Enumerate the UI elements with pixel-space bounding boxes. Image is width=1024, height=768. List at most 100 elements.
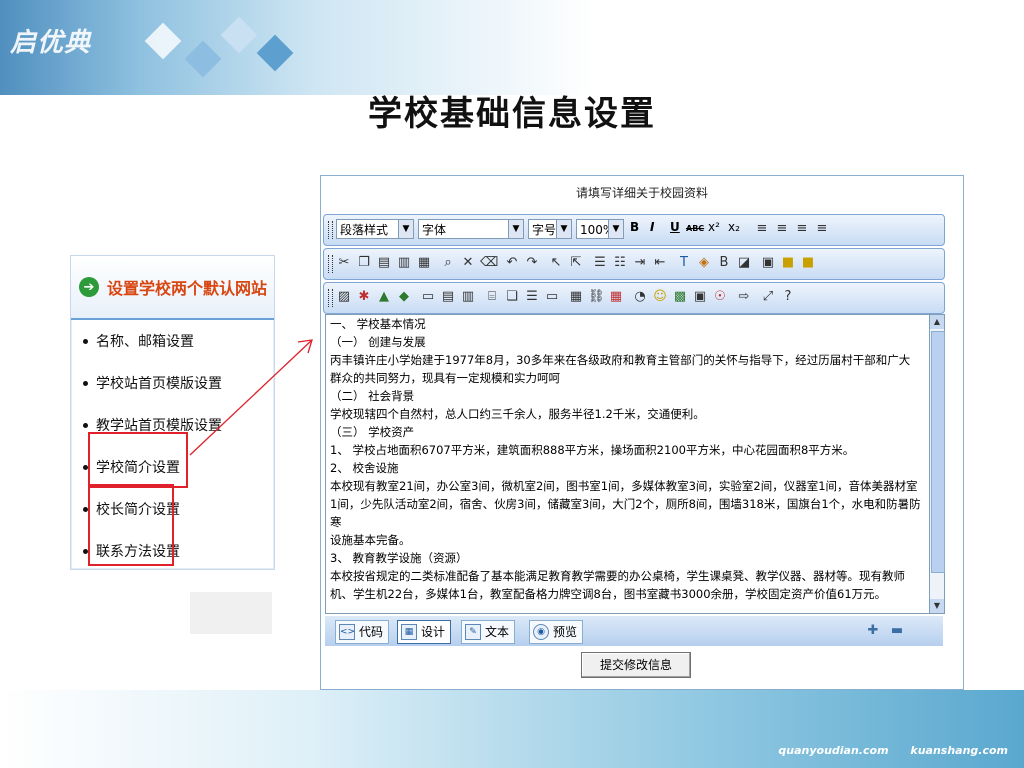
remove-format-icon[interactable]: ◪: [736, 255, 752, 271]
insert-link-icon[interactable]: ⛓: [588, 289, 605, 305]
toolbar-edit: ✂ ❐ ▤ ▥ ▦ ⌕ ✕ ⌫ ↶ ↷ ↖ ⇱ ☰ ☷ ⇥ ⇤ T ◈ B ◪ …: [323, 248, 945, 280]
paste-word-icon[interactable]: ▦: [416, 255, 432, 271]
content-line: 设施基本完备。: [330, 533, 411, 547]
tab-code-label: 代码: [359, 625, 384, 639]
align-center-icon[interactable]: ≡: [774, 221, 790, 237]
tab-code[interactable]: <> 代码: [335, 620, 390, 644]
tab-text[interactable]: ✎ 文本: [461, 620, 516, 644]
text-color-icon[interactable]: T: [676, 255, 692, 271]
tab-preview[interactable]: ◉ 预览: [529, 620, 584, 644]
tab-design[interactable]: ▦ 设计: [397, 620, 452, 644]
note-yellow-icon[interactable]: ■: [780, 255, 796, 271]
subscript-button[interactable]: x₂: [728, 220, 740, 234]
insert-flash-icon[interactable]: ✱: [356, 289, 372, 305]
superscript-button[interactable]: x²: [708, 220, 720, 234]
scroll-down-icon[interactable]: ▼: [930, 599, 944, 613]
expand-plus-icon[interactable]: ✚: [865, 623, 881, 639]
help-icon[interactable]: ?: [780, 289, 796, 305]
content-scrollbar[interactable]: ▲ ▼: [929, 314, 945, 614]
copy-icon[interactable]: ❐: [356, 255, 372, 271]
find-icon[interactable]: ⌕: [440, 255, 456, 271]
insert-page-icon[interactable]: ❏: [504, 289, 520, 305]
insert-rows-icon[interactable]: ▥: [460, 289, 476, 305]
code-icon: <>: [339, 624, 355, 640]
select-all-icon[interactable]: ⇱: [568, 255, 584, 271]
numbered-list-icon[interactable]: ☰: [592, 255, 608, 271]
content-line: 丙丰镇许庄小学始建于1977年8月，30多年来在各级政府和教育主管部门的关怀与指…: [330, 353, 911, 367]
insert-image-icon[interactable]: ▨: [336, 289, 352, 305]
cut-icon[interactable]: ✂: [336, 255, 352, 271]
page-break-icon[interactable]: ▣: [760, 255, 776, 271]
insert-stamp-icon[interactable]: ☉: [712, 289, 728, 305]
scroll-thumb[interactable]: [931, 331, 945, 573]
format-brush-icon[interactable]: B: [716, 255, 732, 271]
content-line: 群众的共同努力，现具有一定规模和实力呵呵: [330, 371, 560, 385]
indent-icon[interactable]: ⇥: [632, 255, 648, 271]
content-line: 本校现有教室21间，办公室3间，微机室2间，图书室1间，多媒体教室3间，实验室2…: [330, 479, 918, 493]
underline-button[interactable]: U: [670, 220, 680, 234]
insert-datetime-icon[interactable]: ▩: [672, 289, 688, 305]
tab-text-label: 文本: [485, 625, 510, 639]
collapse-minus-icon[interactable]: ▬: [889, 623, 905, 639]
design-icon: ▦: [401, 624, 417, 640]
font-select[interactable]: 字体 ▼: [418, 219, 524, 239]
content-line: 1、 学校占地面积6707平方米，建筑面积888平方米，操场面积2100平方米，…: [330, 443, 855, 457]
paragraph-style-select[interactable]: 段落样式 ▼: [336, 219, 414, 239]
insert-marquee-icon[interactable]: ⇨: [736, 289, 752, 305]
undo-icon[interactable]: ↶: [504, 255, 520, 271]
content-line: 本校按省规定的二类标准配备了基本能满足教育教学需要的办公桌椅，学生课桌凳、教学仪…: [330, 569, 905, 583]
align-right-icon[interactable]: ≡: [794, 221, 810, 237]
font-value: 字体: [422, 223, 447, 237]
editor-heading: 请填写详细关于校园资料: [575, 186, 708, 200]
italic-button[interactable]: I: [650, 220, 654, 234]
tab-design-label: 设计: [421, 625, 446, 639]
outdent-icon[interactable]: ⇤: [652, 255, 668, 271]
insert-field-icon[interactable]: ▭: [544, 289, 560, 305]
insert-media-icon[interactable]: ▲: [376, 289, 392, 305]
font-size-select[interactable]: 字号 ▼: [528, 219, 572, 239]
globe-icon: ◉: [533, 624, 549, 640]
eraser-icon[interactable]: ⌫: [480, 255, 498, 271]
submit-button[interactable]: 提交修改信息: [581, 652, 691, 678]
paragraph-style-value: 段落样式: [340, 223, 389, 237]
text-icon: ✎: [465, 624, 481, 640]
insert-emoji-icon[interactable]: ☺: [652, 289, 668, 305]
editor-content[interactable]: 一、 学校基本情况 （一） 创建与发展 丙丰镇许庄小学始建于1977年8月，30…: [325, 314, 931, 614]
align-left-icon[interactable]: ≡: [754, 221, 770, 237]
insert-line-icon[interactable]: ☰: [524, 289, 540, 305]
note-copy-icon[interactable]: ■: [800, 255, 816, 271]
paste-text-icon[interactable]: ▥: [396, 255, 412, 271]
redo-icon[interactable]: ↷: [524, 255, 540, 271]
highlight-color-icon[interactable]: ◈: [696, 255, 712, 271]
content-line: 一、 学校基本情况: [330, 317, 426, 331]
align-justify-icon[interactable]: ≡: [814, 221, 830, 237]
toolbar-insert: ▨ ✱ ▲ ◆ ▭ ▤ ▥ ⌸ ❏ ☰ ▭ ▦ ⛓ ▦ ◔ ☺ ▩ ▣ ☉ ⇨ …: [323, 282, 945, 314]
toolbar-grip: [328, 289, 333, 307]
mode-bar: <> 代码 ▦ 设计 ✎ 文本 ◉ 预览 ✚ ▬: [325, 616, 943, 646]
content-line: 机、学生机22台，多媒体1台，教室配备格力牌空调8台，图书室藏书3000余册，学…: [330, 587, 887, 601]
content-line: 学校现辖四个自然村，总人口约三千余人，服务半径1.2千米，交通便利。: [330, 407, 705, 421]
paste-icon[interactable]: ▤: [376, 255, 392, 271]
delete-icon[interactable]: ✕: [460, 255, 476, 271]
chevron-down-icon: ▼: [398, 220, 413, 238]
insert-file-icon[interactable]: ◆: [396, 289, 412, 305]
fullscreen-icon[interactable]: ⤢: [760, 289, 776, 305]
tab-preview-label: 预览: [553, 625, 578, 639]
insert-calendar-icon[interactable]: ▣: [692, 289, 708, 305]
zoom-select[interactable]: 100% ▼: [576, 219, 624, 239]
insert-web-icon[interactable]: ▦: [568, 289, 584, 305]
scroll-up-icon[interactable]: ▲: [930, 315, 944, 329]
toolbar-grip: [328, 221, 333, 239]
bullet-list-icon[interactable]: ☷: [612, 255, 628, 271]
rich-text-editor: 请填写详细关于校园资料 段落样式 ▼ 字体 ▼ 字号 ▼ 100% ▼ B I …: [320, 175, 964, 690]
pointer-icon[interactable]: ↖: [548, 255, 564, 271]
insert-table-icon[interactable]: ▭: [420, 289, 436, 305]
chevron-down-icon: ▼: [508, 220, 523, 238]
insert-form-icon[interactable]: ▤: [440, 289, 456, 305]
insert-frame-icon[interactable]: ⌸: [484, 289, 500, 305]
strikethrough-button[interactable]: ABC: [686, 224, 704, 233]
insert-web-red-icon[interactable]: ▦: [608, 289, 624, 305]
insert-special-icon[interactable]: ◔: [632, 289, 648, 305]
bold-button[interactable]: B: [630, 220, 639, 234]
toolbar-format: 段落样式 ▼ 字体 ▼ 字号 ▼ 100% ▼ B I U ABC x² x₂ …: [323, 214, 945, 246]
